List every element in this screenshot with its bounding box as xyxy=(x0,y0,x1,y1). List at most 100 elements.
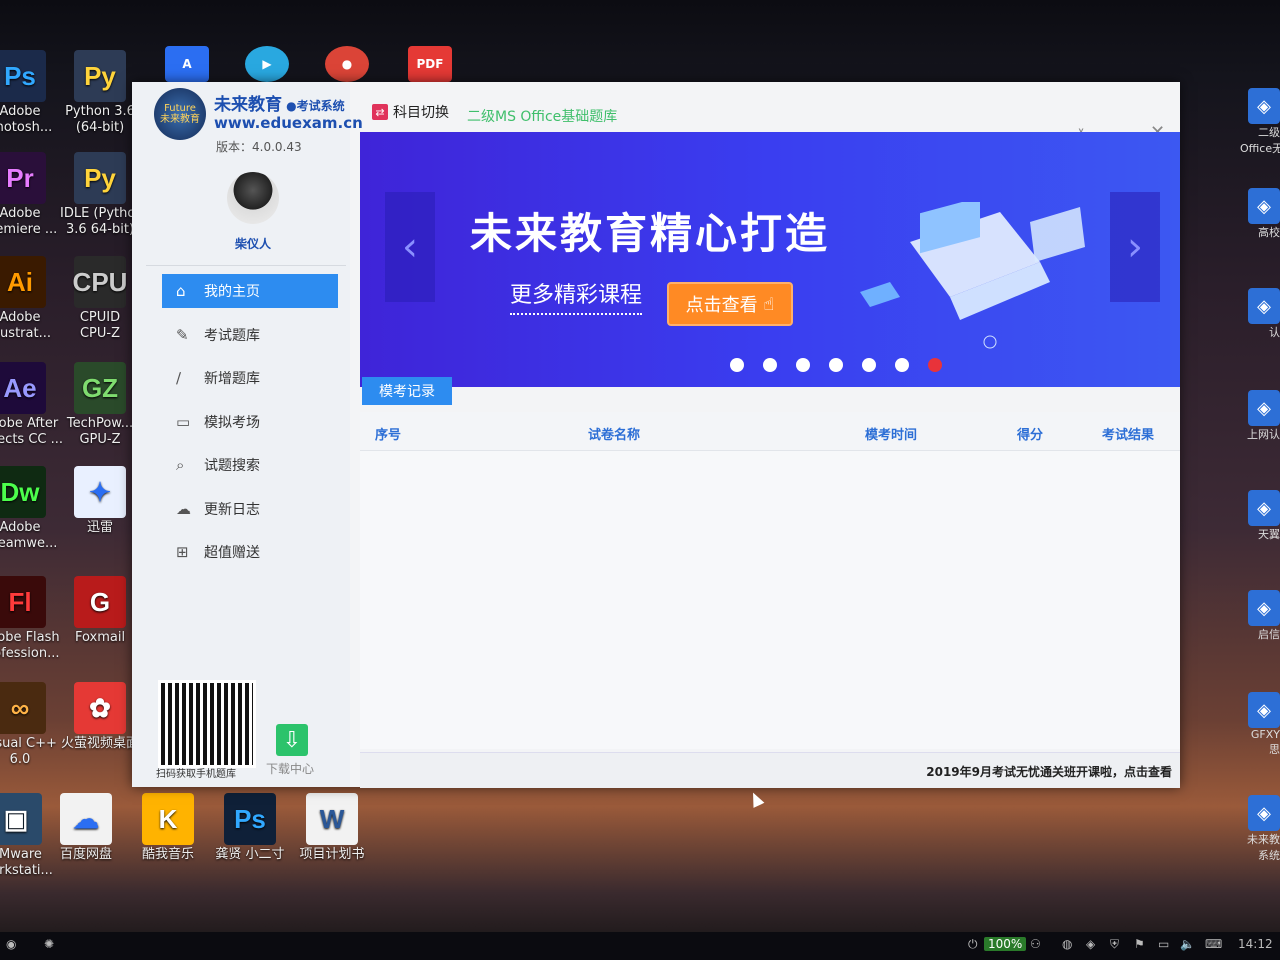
desktop-top-icon-3[interactable]: PDF xyxy=(408,46,452,82)
desktop-bottom-icon-3[interactable]: Ps 龚贤 小二寸 xyxy=(210,793,290,863)
desktop-icon-6[interactable]: AeAdobe After Effects CC ... xyxy=(0,362,63,448)
volume-icon[interactable]: 🔈 xyxy=(1180,937,1195,951)
avatar[interactable] xyxy=(227,172,279,224)
desktop-icon-2[interactable]: PrAdobe Premiere ... xyxy=(0,152,60,238)
sidebar-item-1-icon: ✎ xyxy=(176,325,189,344)
tray-security-icon[interactable]: ⛨ xyxy=(1110,937,1119,952)
desktop-icon-13-icon: ✿ xyxy=(74,682,126,734)
sidebar-item-label: 更新日志 xyxy=(204,501,260,518)
exam-app-window: Future 未来教育 未来教育 ●考试系统 www.eduexam.cn 版本… xyxy=(132,82,1180,788)
subject-switch-button[interactable]: ⇄ 科目切换 xyxy=(372,102,449,122)
battery-indicator[interactable]: 100% xyxy=(984,937,1027,951)
desktop-icon-11[interactable]: G Foxmail xyxy=(60,576,140,646)
sidebar-item-3[interactable]: ▭ 模拟考场 xyxy=(162,405,338,439)
desktop-right-icon-6[interactable]: ◈ GFXY 思 xyxy=(1240,692,1280,757)
col-exam-time[interactable]: 模考时间 xyxy=(865,424,917,443)
download-center-label[interactable]: 下载中心 xyxy=(266,760,314,777)
desktop-icon-2-icon: Pr xyxy=(0,152,46,204)
desktop-bottom-icon-4[interactable]: W 项目计划书 xyxy=(292,793,372,863)
desktop-icon-3[interactable]: Py IDLE (Python 3.6 64-bit) xyxy=(60,152,144,238)
download-icon[interactable]: ⇩ xyxy=(276,724,308,756)
qr-code xyxy=(158,680,256,768)
tray-flag-icon[interactable]: ⚑ xyxy=(1134,937,1145,951)
col-score[interactable]: 得分 xyxy=(1017,424,1043,443)
desktop-icon-8[interactable]: DwAdobe Dreamwe... xyxy=(0,466,60,552)
sidebar-item-0[interactable]: ⌂ 我的主页 xyxy=(162,274,338,308)
banner-dot-5[interactable] xyxy=(862,358,876,372)
desktop-icon-5[interactable]: CPU CPUID CPU-Z xyxy=(60,256,140,342)
desktop-top-icon-2[interactable]: ● xyxy=(325,46,369,82)
banner-dot-1[interactable] xyxy=(730,358,744,372)
desktop-right-icon-0[interactable]: ◈ 二级 Office无 xyxy=(1240,88,1280,156)
tray-shield-icon[interactable]: ◈ xyxy=(1086,937,1095,951)
desktop-icon-5-icon: CPU xyxy=(73,256,127,308)
desktop-right-icon-2[interactable]: ◈ 认 xyxy=(1240,288,1280,340)
desktop-icon-1[interactable]: Py Python 3.6 (64-bit) xyxy=(60,50,140,136)
banner-dot-6[interactable] xyxy=(895,358,909,372)
desktop-right-icon-7[interactable]: ◈ 未来教 系统 xyxy=(1240,795,1280,863)
records-table-body xyxy=(360,451,1180,749)
network-icon[interactable]: ▭ xyxy=(1158,937,1169,951)
start-icon[interactable]: ◉ xyxy=(6,937,16,951)
tab-mock-exam-records[interactable]: 模考记录 xyxy=(362,377,452,405)
desktop-icon-0[interactable]: PsAdobe Photosh... xyxy=(0,50,60,136)
desktop-right-icon-4[interactable]: ◈ 天翼 xyxy=(1240,490,1280,542)
tray-app-icon[interactable]: ◍ xyxy=(1062,937,1072,951)
sidebar-item-2-icon: ∕ xyxy=(176,369,182,387)
desktop-bottom-icon-3-icon: Ps xyxy=(224,793,276,845)
desktop-icon-13[interactable]: ✿ 火萤视频桌面 xyxy=(60,682,140,752)
desktop-icon-4-label: Adobe Illustrat... xyxy=(0,310,51,341)
sidebar-item-5[interactable]: ☁ 更新日志 xyxy=(162,492,338,526)
col-paper-name[interactable]: 试卷名称 xyxy=(588,424,640,443)
brand-url[interactable]: www.eduexam.cn xyxy=(214,114,363,132)
app-version: 版本：4.0.0.43 xyxy=(216,140,302,154)
banner-next-arrow-icon[interactable]: › xyxy=(1110,192,1160,302)
desktop-right-icon-3[interactable]: ◈ 上网认 xyxy=(1240,390,1280,442)
username[interactable]: 柴仪人 xyxy=(192,235,314,252)
footer-bar: 2019年9月考试无忧通关班开课啦，点击查看 xyxy=(360,752,1180,788)
footer-notice-link[interactable]: 2019年9月考试无忧通关班开课啦，点击查看 xyxy=(926,763,1172,780)
sidebar-item-label: 考试题库 xyxy=(204,327,260,344)
banner-dot-4[interactable] xyxy=(829,358,843,372)
promo-banner[interactable]: ‹ › 未来教育精心打造 更多精彩课程 点击查看 ☝ xyxy=(360,132,1180,387)
banner-title: 未来教育精心打造 xyxy=(470,209,831,258)
banner-dot-2[interactable] xyxy=(763,358,777,372)
desktop-top-icon-0[interactable]: A xyxy=(165,46,209,82)
banner-view-button[interactable]: 点击查看 ☝ xyxy=(667,282,793,326)
desktop-bottom-icon-2[interactable]: K 酷我音乐 xyxy=(128,793,208,863)
tray-user-icon[interactable]: ⚇ xyxy=(1030,937,1041,951)
desktop-right-icon-1[interactable]: ◈ 高校 xyxy=(1240,188,1280,240)
desktop-icon-10[interactable]: FlAdobe Flash Profession... xyxy=(0,576,60,662)
banner-dot-7[interactable] xyxy=(928,358,942,372)
desktop-icon-10-icon: Fl xyxy=(0,576,46,628)
desktop-icon-7[interactable]: GZ TechPow... GPU-Z xyxy=(60,362,140,448)
desktop-icon-8-icon: Dw xyxy=(0,466,46,518)
col-index[interactable]: 序号 xyxy=(375,424,401,443)
sidebar-item-label: 试题搜索 xyxy=(204,458,260,474)
qr-caption: 扫码获取手机题库 xyxy=(156,769,236,780)
desktop-icon-13-label: 火萤视频桌面 xyxy=(60,736,139,751)
banner-dot-3[interactable] xyxy=(796,358,810,372)
banner-prev-arrow-icon[interactable]: ‹ xyxy=(385,192,435,302)
desktop-icon-4[interactable]: AiAdobe Illustrat... xyxy=(0,256,60,342)
sidebar-item-4[interactable]: ⌕ 试题搜索 xyxy=(162,448,338,482)
app-taskbar-icon[interactable]: ✺ xyxy=(44,937,54,951)
desktop-icon-8-label: Adobe Dreamwe... xyxy=(0,520,58,551)
subject-switch-label: 科目切换 xyxy=(393,105,449,121)
clock[interactable]: 14:12 xyxy=(1238,937,1273,951)
col-result[interactable]: 考试结果 xyxy=(1102,424,1154,443)
desktop-right-icon-5[interactable]: ◈ 启信 xyxy=(1240,590,1280,642)
desktop-top-icon-1[interactable]: ▶ xyxy=(245,46,289,82)
desktop-icon-12[interactable]: ∞Visual C++ 6.0 xyxy=(0,682,60,768)
sidebar-item-1[interactable]: ✎ 考试题库 xyxy=(162,318,338,352)
desktop-right-icon-7-icon: ◈ xyxy=(1248,795,1280,831)
desktop-right-icon-6-icon: ◈ xyxy=(1248,692,1280,728)
desktop-icon-9[interactable]: ✦ 迅雷 xyxy=(60,466,140,536)
desktop-bottom-icon-1[interactable]: ☁ 百度网盘 xyxy=(46,793,126,863)
keyboard-icon[interactable]: ⌨ xyxy=(1205,937,1222,951)
desktop-icon-0-label: Adobe Photosh... xyxy=(0,104,53,135)
desktop-right-icon-7-label: 未来教 系统 xyxy=(1247,833,1280,862)
sidebar-item-6[interactable]: ⊞ 超值赠送 xyxy=(162,535,338,569)
desktop-icon-11-icon: G xyxy=(74,576,126,628)
sidebar-item-2[interactable]: ∕ 新增题库 xyxy=(162,361,338,395)
